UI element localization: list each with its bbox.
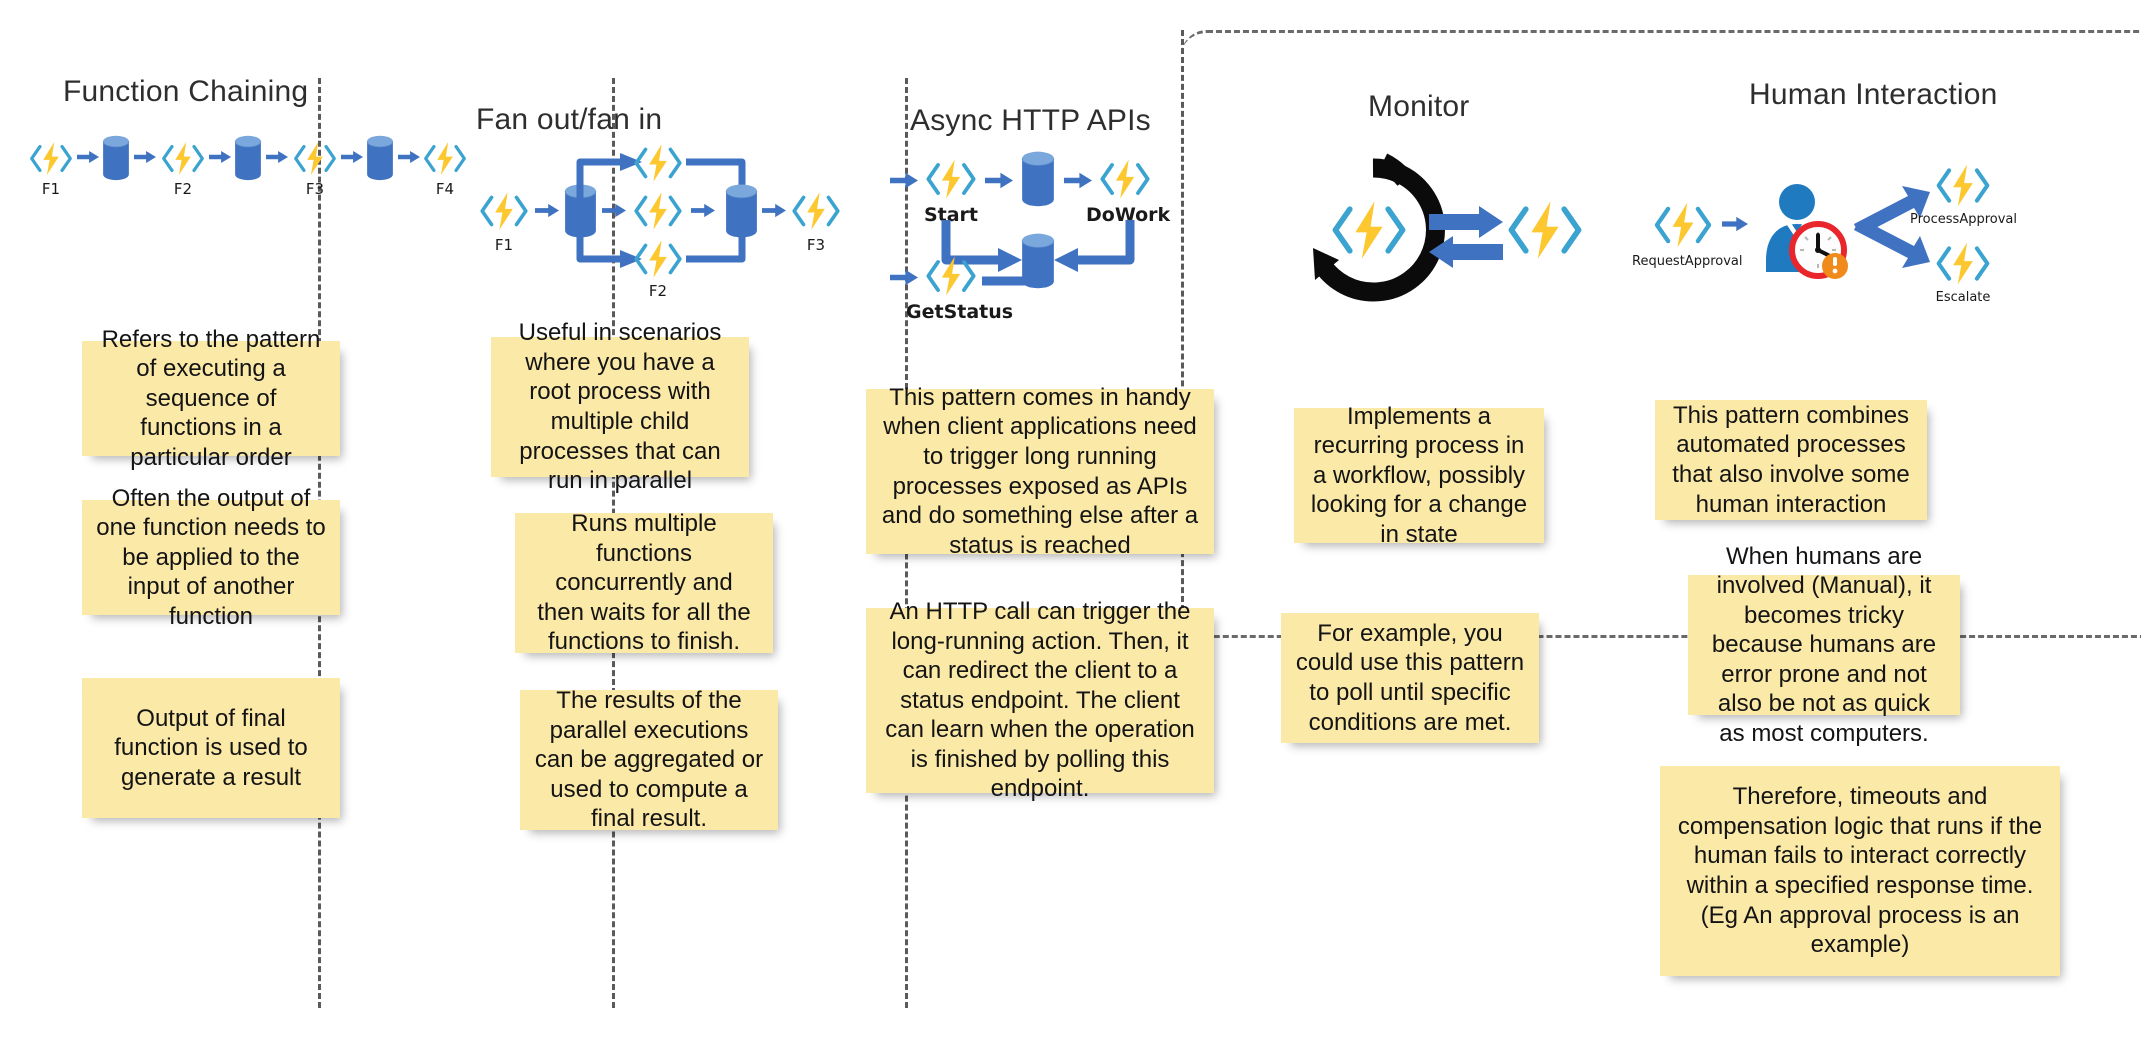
function-icon-f2	[160, 140, 206, 177]
column-title-fan-out-fan-in: Fan out/fan in	[476, 103, 663, 136]
queue-icon-http-top	[1021, 148, 1055, 210]
function-label-fanout-f2: F2	[648, 282, 668, 300]
column-title-monitor: Monitor	[1368, 90, 1470, 123]
arrow-icon-fanout-in	[535, 203, 559, 218]
note-text: For example, you could use this pattern …	[1295, 619, 1525, 736]
note-text: Therefore, timeouts and compensation log…	[1677, 783, 2043, 959]
function-label-f4: F4	[435, 180, 455, 198]
note-function-chaining-2: Often the output of one function needs t…	[82, 485, 340, 630]
note-text: Useful in scenarios where you have a roo…	[518, 319, 722, 495]
arrow-icon-2	[134, 150, 156, 164]
function-label-f2: F2	[173, 180, 193, 198]
note-text: Output of final function is used to gene…	[114, 704, 308, 791]
arrow-icon-to-person	[1722, 216, 1748, 232]
arrow-icon-http-in	[890, 172, 918, 189]
note-text: Often the output of one function needs t…	[96, 484, 326, 630]
arrow-icon-1	[77, 150, 99, 164]
function-label-request-approval: RequestApproval	[1632, 254, 1743, 269]
function-icon-process-approval	[1934, 162, 1992, 209]
function-icon-getstatus	[924, 254, 978, 298]
note-human-interaction-2: When humans are involved (Manual), it be…	[1688, 543, 1960, 747]
function-label-f3: F3	[305, 180, 325, 198]
column-title-function-chaining: Function Chaining	[63, 75, 309, 108]
arrow-icon-fanout-mid	[602, 203, 626, 218]
arrow-icon-http-in-2	[890, 269, 918, 286]
function-label-escalate: Escalate	[1935, 290, 1991, 305]
note-function-chaining-3: Output of final function is used to gene…	[82, 678, 340, 818]
function-label-getstatus: GetStatus	[906, 301, 1014, 323]
arrow-icon-3	[209, 150, 231, 164]
function-icon-request-approval	[1652, 200, 1714, 250]
function-icon-f1	[28, 140, 74, 177]
note-text: Implements a recurring process in a work…	[1310, 402, 1528, 548]
note-human-interaction-3: Therefore, timeouts and compensation log…	[1660, 766, 2060, 976]
diagram-function-chaining: F1 F2 F3 F4	[14, 128, 324, 228]
note-text: An HTTP call can trigger the long-runnin…	[885, 598, 1195, 803]
diagram-canvas: Function Chaining F1 F2 F3 F4 Refers to …	[0, 0, 2141, 1045]
note-async-http-apis-2: An HTTP call can trigger the long-runnin…	[866, 598, 1214, 802]
note-text: Runs multiple functions concurrently and…	[537, 510, 751, 656]
function-icon-fanout-f2-b	[632, 190, 684, 232]
arrow-icon-fanin-mid	[691, 203, 715, 218]
diagram-fan-out-fan-in: F1 F2 F3	[478, 140, 798, 300]
note-text: This pattern combines automated processe…	[1672, 401, 1910, 518]
arrow-icon-fanout-out	[762, 203, 786, 218]
note-fan-out-fan-in-1: Useful in scenarios where you have a roo…	[491, 319, 749, 494]
note-monitor-2: For example, you could use this pattern …	[1281, 613, 1539, 743]
arrow-icon-6	[398, 150, 420, 164]
function-icon-f4	[422, 140, 468, 177]
clock-icon	[1789, 221, 1848, 279]
function-icon-f3	[292, 140, 338, 177]
function-icon-fanout-f2-a	[632, 142, 684, 184]
note-text: Refers to the pattern of executing a seq…	[101, 325, 321, 471]
function-label-f1: F1	[41, 180, 61, 198]
note-function-chaining-1: Refers to the pattern of executing a seq…	[82, 326, 340, 471]
note-text: When humans are involved (Manual), it be…	[1711, 542, 1937, 747]
monitor-loop-graphic	[1313, 153, 1603, 302]
note-text: This pattern comes in handy when client …	[881, 383, 1199, 559]
diagram-human-interaction: RequestApproval ProcessApproval Escalate	[1632, 160, 2052, 310]
note-monitor-1: Implements a recurring process in a work…	[1294, 403, 1544, 548]
queue-icon-2	[234, 135, 262, 181]
function-icon-fanout-f3	[790, 190, 842, 232]
note-text: The results of the parallel executions c…	[534, 687, 764, 833]
function-icon-escalate	[1934, 240, 1992, 287]
function-icon-fanout-f2-c	[632, 238, 684, 280]
arrow-icon-4	[266, 150, 288, 164]
arrow-icon-to-escalate	[1854, 226, 1930, 268]
async-elbow-dowork-to-status	[1054, 220, 1135, 272]
function-icon-dowork	[1098, 157, 1152, 201]
function-label-fanout-f1: F1	[494, 236, 514, 254]
note-fan-out-fan-in-3: The results of the parallel executions c…	[520, 687, 778, 832]
function-icon-start	[924, 157, 978, 201]
note-async-http-apis-1: This pattern comes in handy when client …	[866, 384, 1214, 559]
function-label-fanout-f3: F3	[806, 236, 826, 254]
column-title-async-http-apis: Async HTTP APIs	[910, 104, 1151, 137]
note-human-interaction-1: This pattern combines automated processe…	[1655, 400, 1927, 520]
arrow-icon-http-1	[985, 172, 1013, 189]
note-fan-out-fan-in-2: Runs multiple functions concurrently and…	[515, 510, 773, 655]
queue-icon-1	[102, 135, 130, 181]
queue-icon-fanout-right	[725, 180, 758, 242]
arrow-icon-5	[341, 150, 363, 164]
arrow-icon-http-2	[1064, 172, 1092, 189]
function-icon-fanout-f1	[478, 190, 530, 232]
person-with-clock-icon	[1766, 184, 1848, 279]
function-label-process-approval: ProcessApproval	[1910, 212, 2017, 227]
queue-icon-3	[366, 135, 394, 181]
diagram-async-http-apis: Start DoWork GetStatus	[890, 148, 1200, 348]
async-elbow-getstatus-to-status	[982, 248, 1046, 286]
diagram-monitor	[1283, 140, 1603, 320]
column-title-human-interaction: Human Interaction	[1749, 78, 1998, 111]
